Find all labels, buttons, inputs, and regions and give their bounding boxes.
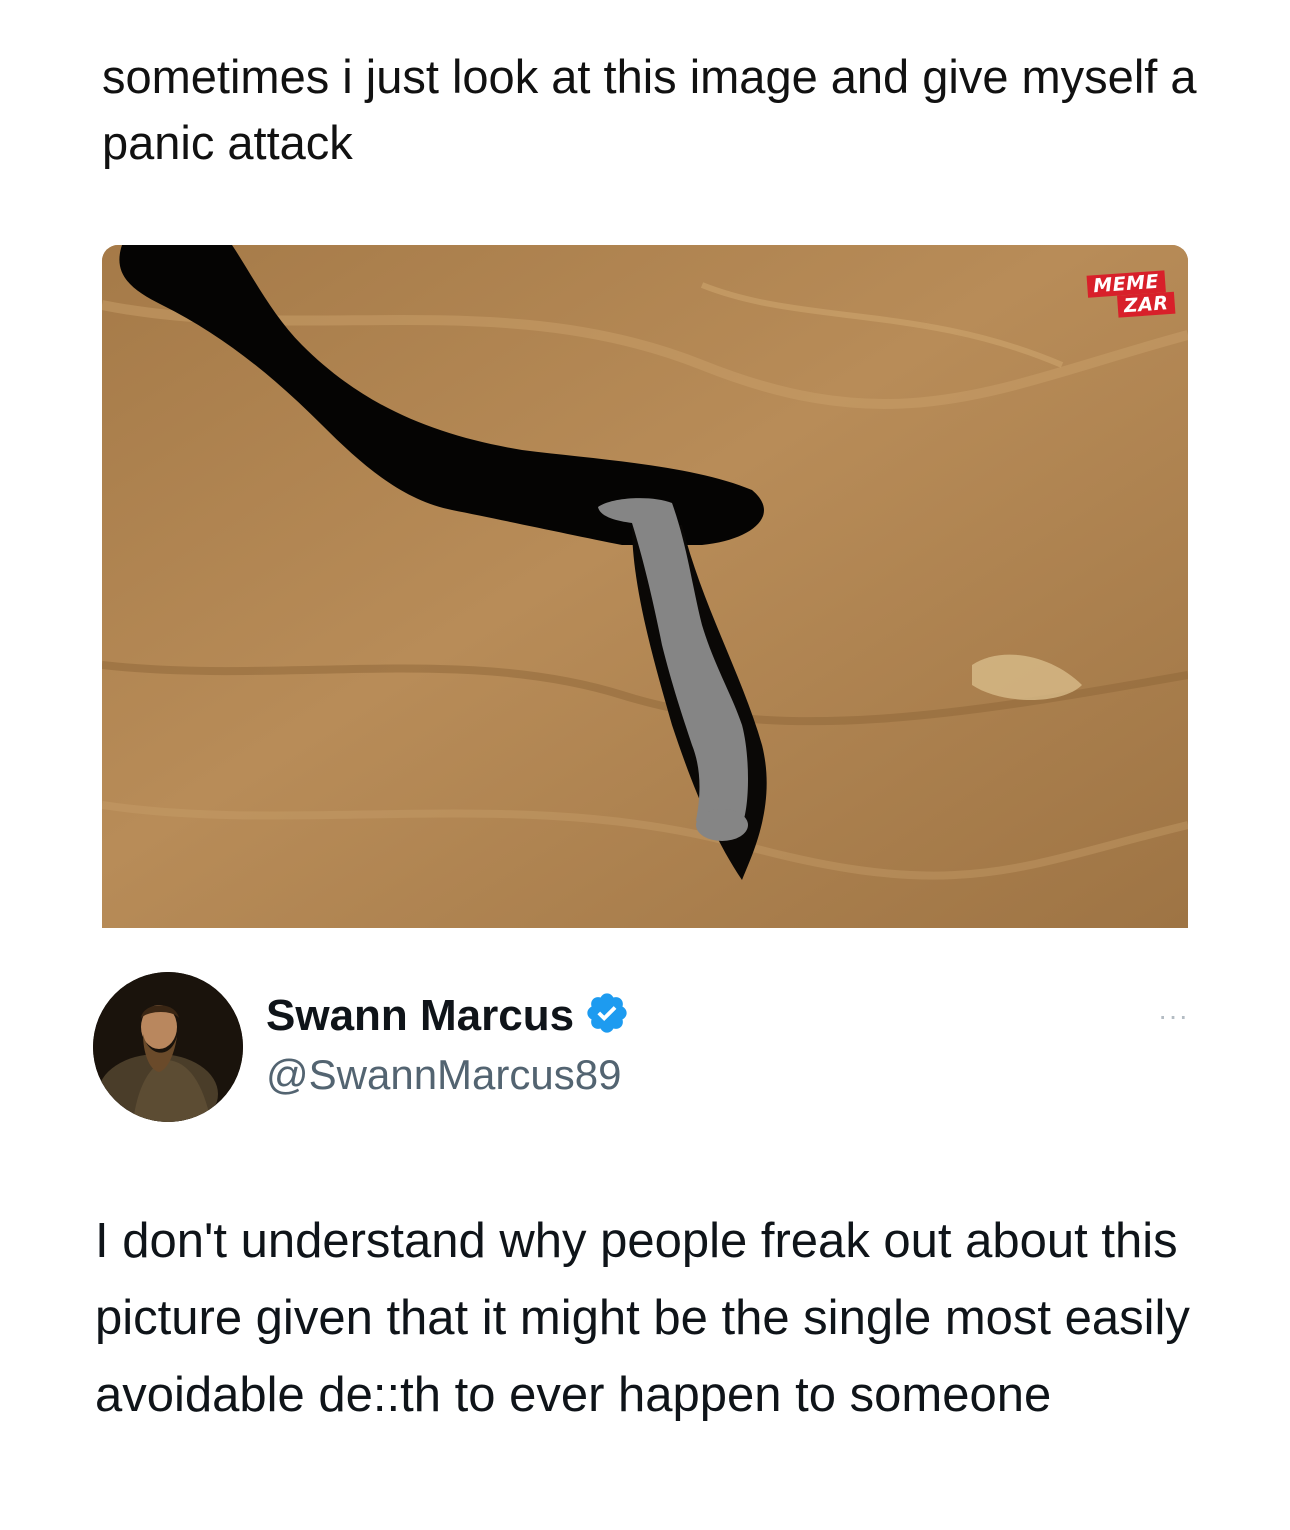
author-handle[interactable]: @SwannMarcus89 xyxy=(266,1051,621,1099)
post-caption: sometimes i just look at this image and … xyxy=(102,50,1210,169)
more-options-icon[interactable]: ··· xyxy=(1158,1000,1189,1032)
watermark-logo: MEME ZAR xyxy=(1086,270,1176,319)
post-image[interactable]: MEME ZAR xyxy=(102,245,1188,928)
avatar[interactable] xyxy=(93,972,243,1122)
portrait-avatar-image xyxy=(93,972,243,1122)
author-row: Swann Marcus xyxy=(266,990,630,1041)
author-name[interactable]: Swann Marcus xyxy=(266,991,574,1041)
crevice-illustration xyxy=(102,245,1188,928)
verified-badge-icon xyxy=(584,990,630,1041)
tweet-text: I don't understand why people freak out … xyxy=(95,1214,1190,1422)
watermark-line-2: ZAR xyxy=(1117,291,1176,318)
